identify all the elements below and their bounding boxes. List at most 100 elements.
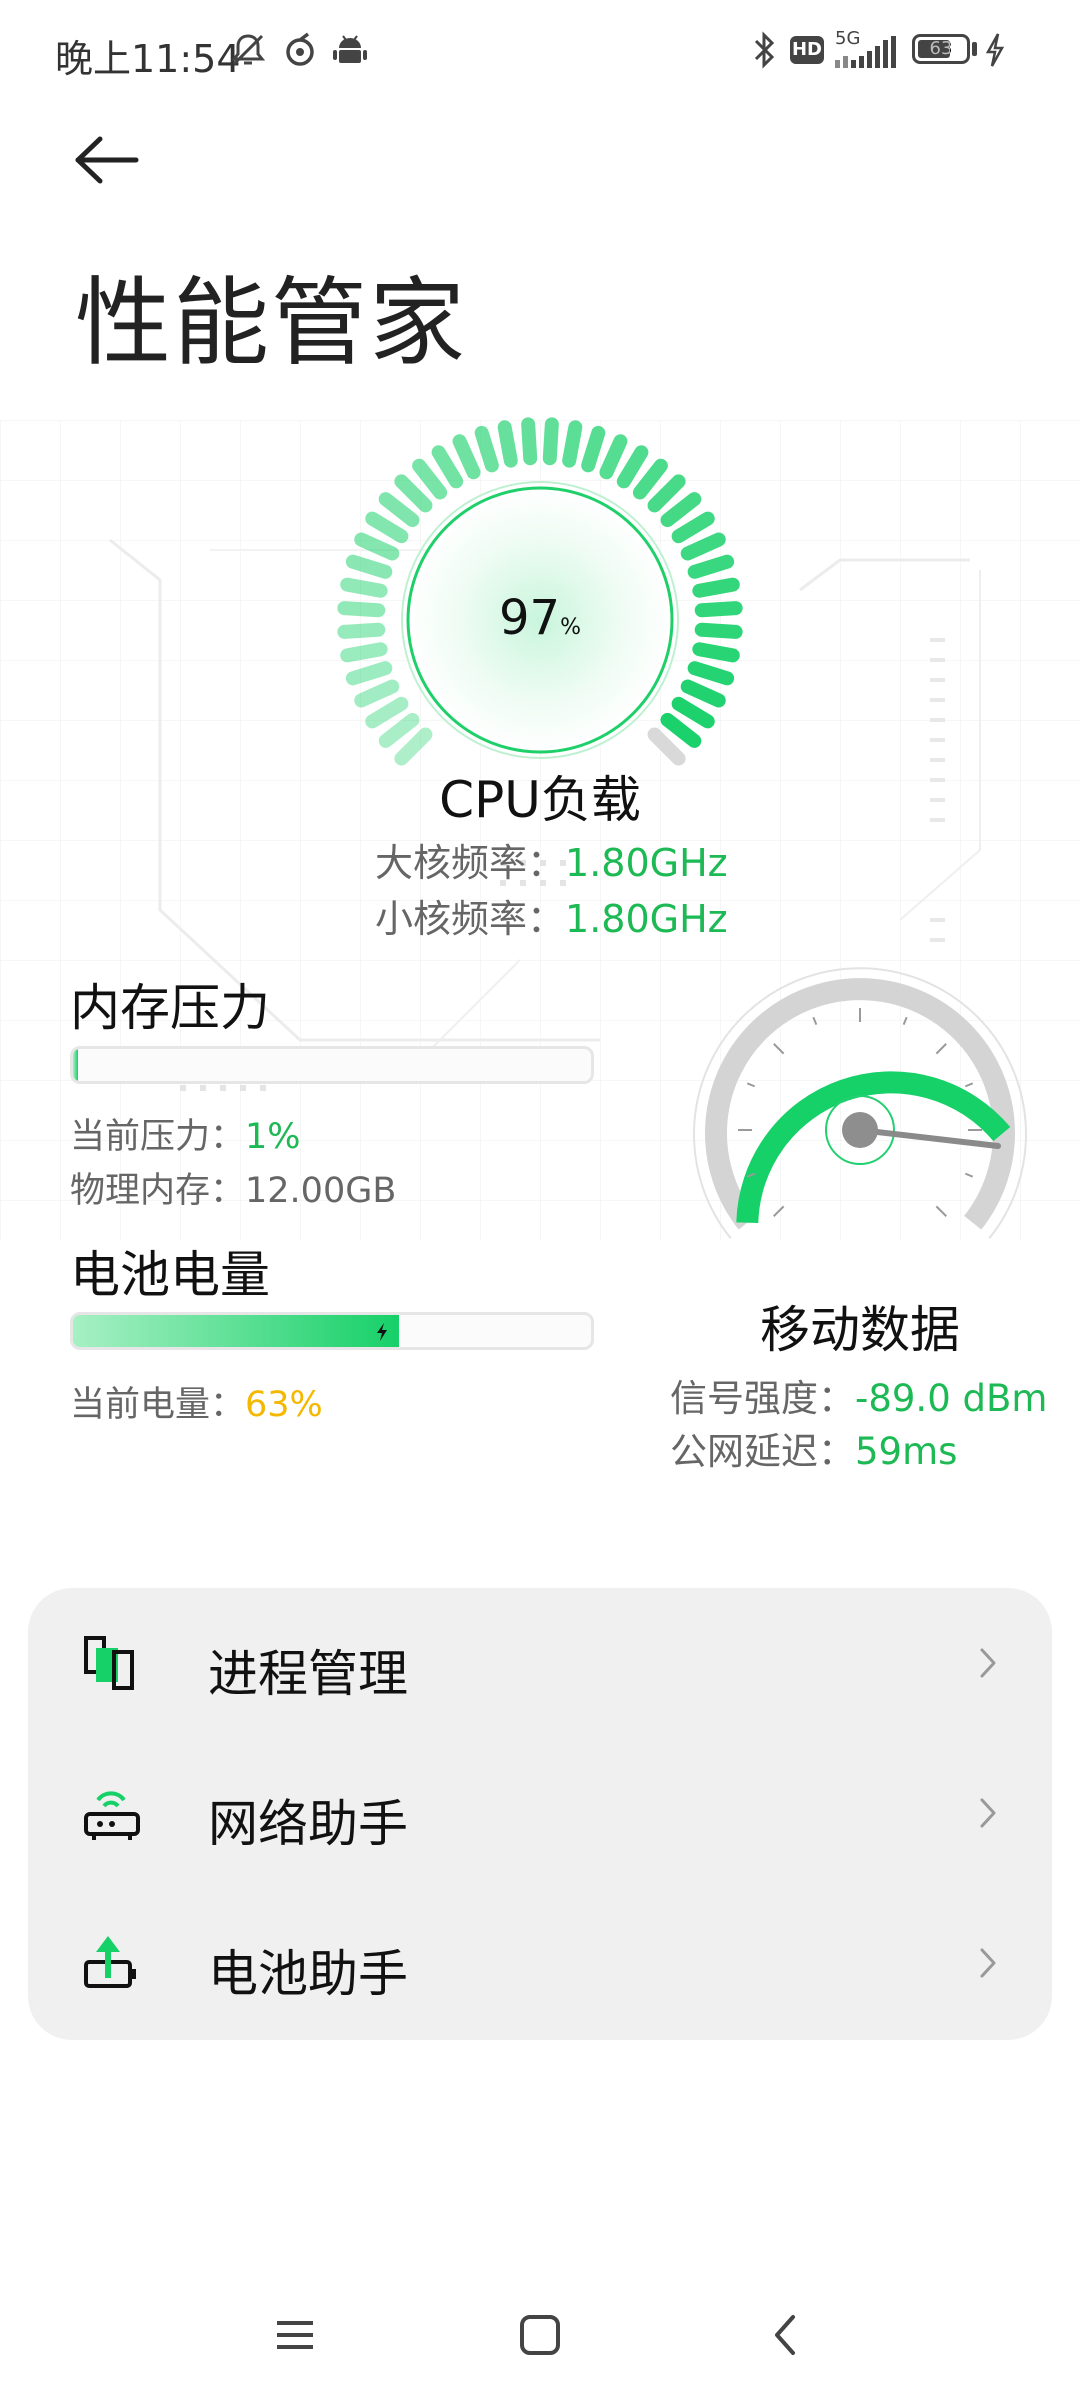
cpu-percent-value: 97 <box>499 590 561 646</box>
menu-item-process-management[interactable]: 进程管理 <box>28 1588 1052 1738</box>
cpu-gauge-segment <box>671 696 715 729</box>
hd-icon: HD <box>790 36 824 64</box>
cpu-gauge-segment <box>680 532 726 561</box>
battery-icon: 63 <box>912 34 970 64</box>
cpu-gauge-segment <box>345 661 393 686</box>
cpu-gauge-segment <box>647 727 686 766</box>
page-title: 性能管家 <box>75 267 467 379</box>
small-core-label: 小核频率： <box>375 897 566 941</box>
menu-icon[interactable] <box>255 2305 335 2365</box>
cpu-gauge-segment <box>599 434 628 480</box>
cpu-gauge-segment <box>337 601 386 618</box>
cpu-gauge-segment <box>660 712 702 748</box>
menu-item-network-assistant[interactable]: 网络助手 <box>28 1738 1052 1888</box>
cpu-gauge-segment <box>680 679 726 708</box>
cpu-gauge-segment <box>378 492 420 528</box>
cpu-gauge-segment <box>474 425 499 473</box>
memory-pressure-bar <box>70 1046 594 1084</box>
physical-memory-info: 物理内存：12.00GB <box>70 1162 396 1213</box>
cpu-gauge-segment <box>694 622 743 639</box>
menu-item-label: 进程管理 <box>208 1645 408 1703</box>
physical-memory-value: 12.00GB <box>245 1171 397 1211</box>
vpn-icon <box>286 32 314 66</box>
cpu-gauge-segment <box>340 642 388 663</box>
cpu-gauge-segment <box>521 417 538 466</box>
mute-bell-icon <box>230 34 266 66</box>
gauge-tick <box>964 1172 974 1178</box>
gauge-tick <box>773 1205 785 1217</box>
gauge-tick <box>902 1016 908 1026</box>
physical-memory-label: 物理内存： <box>70 1171 246 1211</box>
gauge-needle <box>857 1127 1001 1149</box>
cpu-load-label: CPU负载 <box>439 771 641 829</box>
cpu-gauge-segment <box>647 474 686 513</box>
cpu-gauge-segment <box>354 532 400 561</box>
mobile-data-title: 移动数据 <box>760 1301 960 1359</box>
cpu-gauge-segment <box>394 474 433 513</box>
signal-strength-label: 信号强度： <box>670 1377 855 1420</box>
gauge-tick <box>964 1082 974 1088</box>
cpu-gauge-segment <box>345 554 393 579</box>
cpu-gauge-segment <box>616 445 649 489</box>
cpu-gauge-segment <box>365 511 409 544</box>
cpu-gauge-segment <box>378 712 420 748</box>
gauge-tick <box>935 1205 947 1217</box>
cpu-gauge-segment <box>671 511 715 544</box>
router-icon <box>84 1791 140 1840</box>
cpu-gauge-segment <box>412 458 448 500</box>
mobile-data-gauge <box>693 967 1027 1239</box>
battery-level-label: 当前电量： <box>70 1385 246 1425</box>
cpu-gauge-segment <box>660 492 702 528</box>
small-core-frequency: 小核频率：1.80GHz <box>375 888 728 943</box>
memory-pressure-title: 内存压力 <box>70 979 270 1037</box>
cpu-gauge-segment <box>452 434 481 480</box>
memory-pressure-info: 当前压力：1% <box>70 1108 301 1159</box>
cpu-gauge-segment <box>562 420 583 468</box>
home-icon[interactable] <box>500 2305 580 2365</box>
cpu-gauge-segment <box>431 445 464 489</box>
android-icon <box>333 35 367 63</box>
small-core-value: 1.80GHz <box>565 897 728 941</box>
cpu-percent: 97% <box>440 590 640 646</box>
big-core-label: 大核频率： <box>375 841 566 885</box>
battery-level-value: 63% <box>245 1385 323 1425</box>
signal-icon <box>835 36 896 68</box>
battery-level-bar <box>70 1312 594 1350</box>
battery-charge-icon <box>84 1936 136 1988</box>
cpu-gauge-segment <box>542 417 559 466</box>
cpu-gauge-segment <box>581 425 606 473</box>
memory-pressure-label: 当前压力： <box>70 1117 246 1157</box>
battery-level-title: 电池电量 <box>70 1246 270 1304</box>
big-core-frequency: 大核频率：1.80GHz <box>375 832 728 887</box>
charging-icon <box>985 33 1005 67</box>
back-nav-icon[interactable] <box>745 2305 825 2365</box>
bluetooth-icon <box>754 31 775 69</box>
chevron-right-icon <box>980 1948 996 1978</box>
signal-strength-value: -89.0 dBm <box>855 1377 1048 1420</box>
tools-menu: 进程管理 网络助手 电池助手 <box>28 1588 1052 2040</box>
status-bar: 晚上11:54 HD 5G 63 <box>0 0 1080 100</box>
gauge-tick <box>935 1043 947 1055</box>
back-button[interactable] <box>70 125 150 195</box>
chevron-right-icon <box>980 1648 996 1678</box>
memory-pressure-value: 1% <box>245 1117 301 1157</box>
gauge-tick <box>746 1082 756 1088</box>
menu-item-label: 电池助手 <box>208 1945 408 2003</box>
menu-item-battery-assistant[interactable]: 电池助手 <box>28 1888 1052 2038</box>
battery-bolt-icon <box>377 1323 388 1341</box>
battery-level-fill <box>73 1315 400 1347</box>
status-time: 晚上11:54 <box>55 37 241 81</box>
cpu-gauge-segment <box>365 696 409 729</box>
chevron-right-icon <box>980 1798 996 1828</box>
cpu-gauge-segment <box>692 577 740 598</box>
cpu-percent-unit: % <box>560 615 581 640</box>
battery-cap <box>972 42 977 56</box>
cpu-gauge-segment <box>337 622 386 639</box>
cpu-gauge-segment <box>497 420 518 468</box>
signal-strength-info: 信号强度：-89.0 dBm <box>670 1368 1047 1422</box>
memory-pressure-fill <box>73 1049 79 1081</box>
latency-info: 公网延迟：59ms <box>670 1421 957 1475</box>
menu-item-label: 网络助手 <box>208 1795 408 1853</box>
cpu-gauge-segment <box>632 458 668 500</box>
cpu-gauge-segment <box>694 601 743 618</box>
